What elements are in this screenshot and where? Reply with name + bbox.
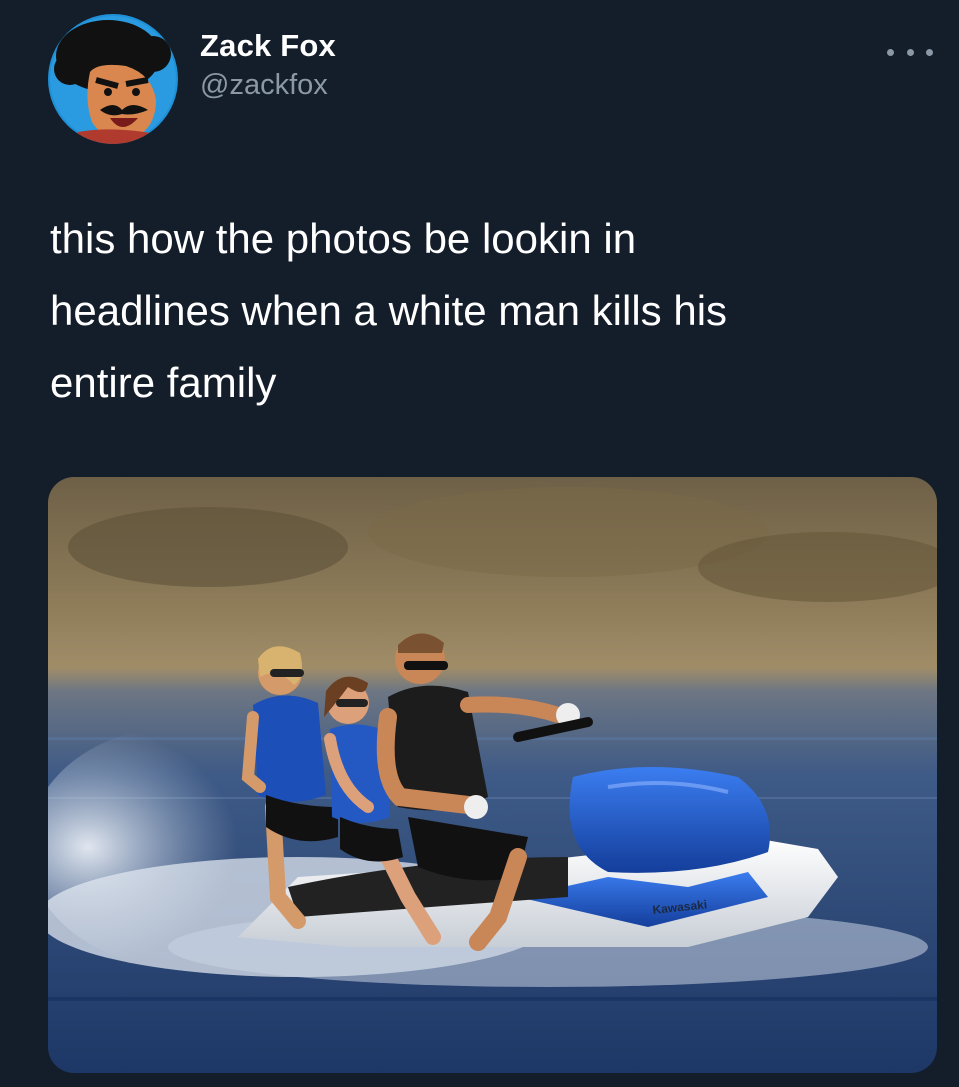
more-dot: [926, 48, 933, 56]
user-names: Zack Fox @zackfox: [200, 26, 336, 104]
jetski-photo-image: Kawasaki: [48, 477, 937, 1073]
cartoon-avatar-icon: [48, 14, 178, 144]
user-handle[interactable]: @zackfox: [200, 66, 336, 104]
more-dot: [887, 48, 894, 56]
tweet-photo[interactable]: Kawasaki: [48, 477, 937, 1073]
tweet-header: Zack Fox @zackfox: [48, 14, 336, 144]
more-dot: [906, 48, 914, 56]
tweet-text: this how the photos be lookin in headlin…: [50, 215, 728, 406]
avatar[interactable]: [48, 14, 178, 144]
tweet-card: Zack Fox @zackfox this how the photos be…: [0, 0, 959, 1087]
more-options-icon[interactable]: [887, 40, 933, 64]
display-name[interactable]: Zack Fox: [200, 26, 336, 66]
